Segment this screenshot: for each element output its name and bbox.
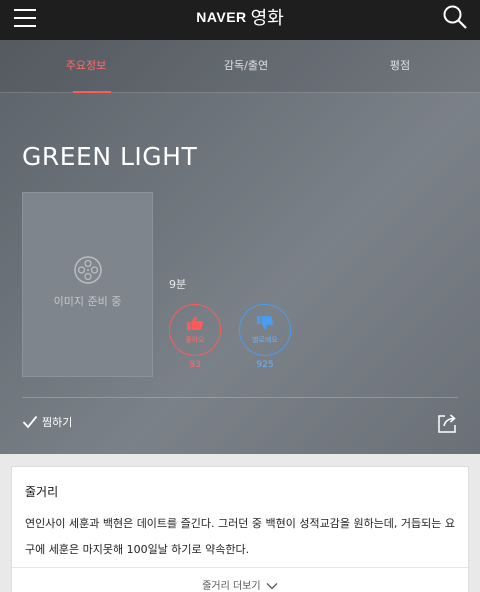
- synopsis-title: 줄거리: [25, 485, 59, 499]
- like-button[interactable]: 좋아요: [169, 304, 221, 356]
- synopsis-text: 연인사이 세훈과 백현은 데이트를 즐긴다. 그러던 중 백현이 성적교감을 원…: [25, 517, 456, 556]
- film-reel-icon: [74, 256, 102, 284]
- thumbs-up-icon: [187, 316, 203, 330]
- dislike-count: 925: [256, 360, 274, 370]
- tab-cast[interactable]: 감독/출연: [166, 40, 326, 93]
- movie-hero: 주요정보 감독/출연 평점 GREEN LIGHT 이미지 준비 중 9분 좋아…: [0, 40, 480, 454]
- section-name: 영화: [250, 8, 284, 29]
- checkmark-icon: [22, 415, 38, 429]
- thumbs-down-icon: [257, 316, 273, 330]
- share-icon[interactable]: [436, 412, 458, 434]
- runtime: 9분: [169, 278, 187, 291]
- tab-main-info[interactable]: 주요정보: [6, 40, 166, 93]
- poster-placeholder: 이미지 준비 중: [22, 192, 153, 377]
- movie-title: GREEN LIGHT: [22, 142, 198, 171]
- brand-logo[interactable]: NAVER 영화: [0, 4, 480, 30]
- dislike-label: 별로예요: [252, 336, 278, 344]
- poster-placeholder-text: 이미지 준비 중: [53, 295, 122, 308]
- synopsis-more-label: 줄거리 더보기: [202, 581, 261, 592]
- synopsis-card: 줄거리 연인사이 세훈과 백현은 데이트를 즐긴다. 그러던 중 백현이 성적교…: [11, 466, 469, 592]
- top-app-bar: NAVER 영화: [0, 0, 480, 40]
- wishlist-label: 찜하기: [42, 416, 73, 429]
- tab-bar: 주요정보 감독/출연 평점: [0, 40, 480, 93]
- like-label: 좋아요: [185, 336, 205, 344]
- tab-ratings[interactable]: 평점: [320, 40, 480, 93]
- like-count: 93: [189, 360, 201, 370]
- divider: [12, 567, 468, 568]
- search-icon[interactable]: [442, 4, 468, 30]
- synopsis-more-button[interactable]: 줄거리 더보기: [12, 577, 468, 592]
- divider: [22, 397, 458, 398]
- brand-name: NAVER: [196, 9, 247, 25]
- wishlist-button[interactable]: 찜하기: [22, 414, 72, 436]
- chevron-down-icon: [266, 583, 278, 590]
- dislike-button[interactable]: 별로예요: [239, 304, 291, 356]
